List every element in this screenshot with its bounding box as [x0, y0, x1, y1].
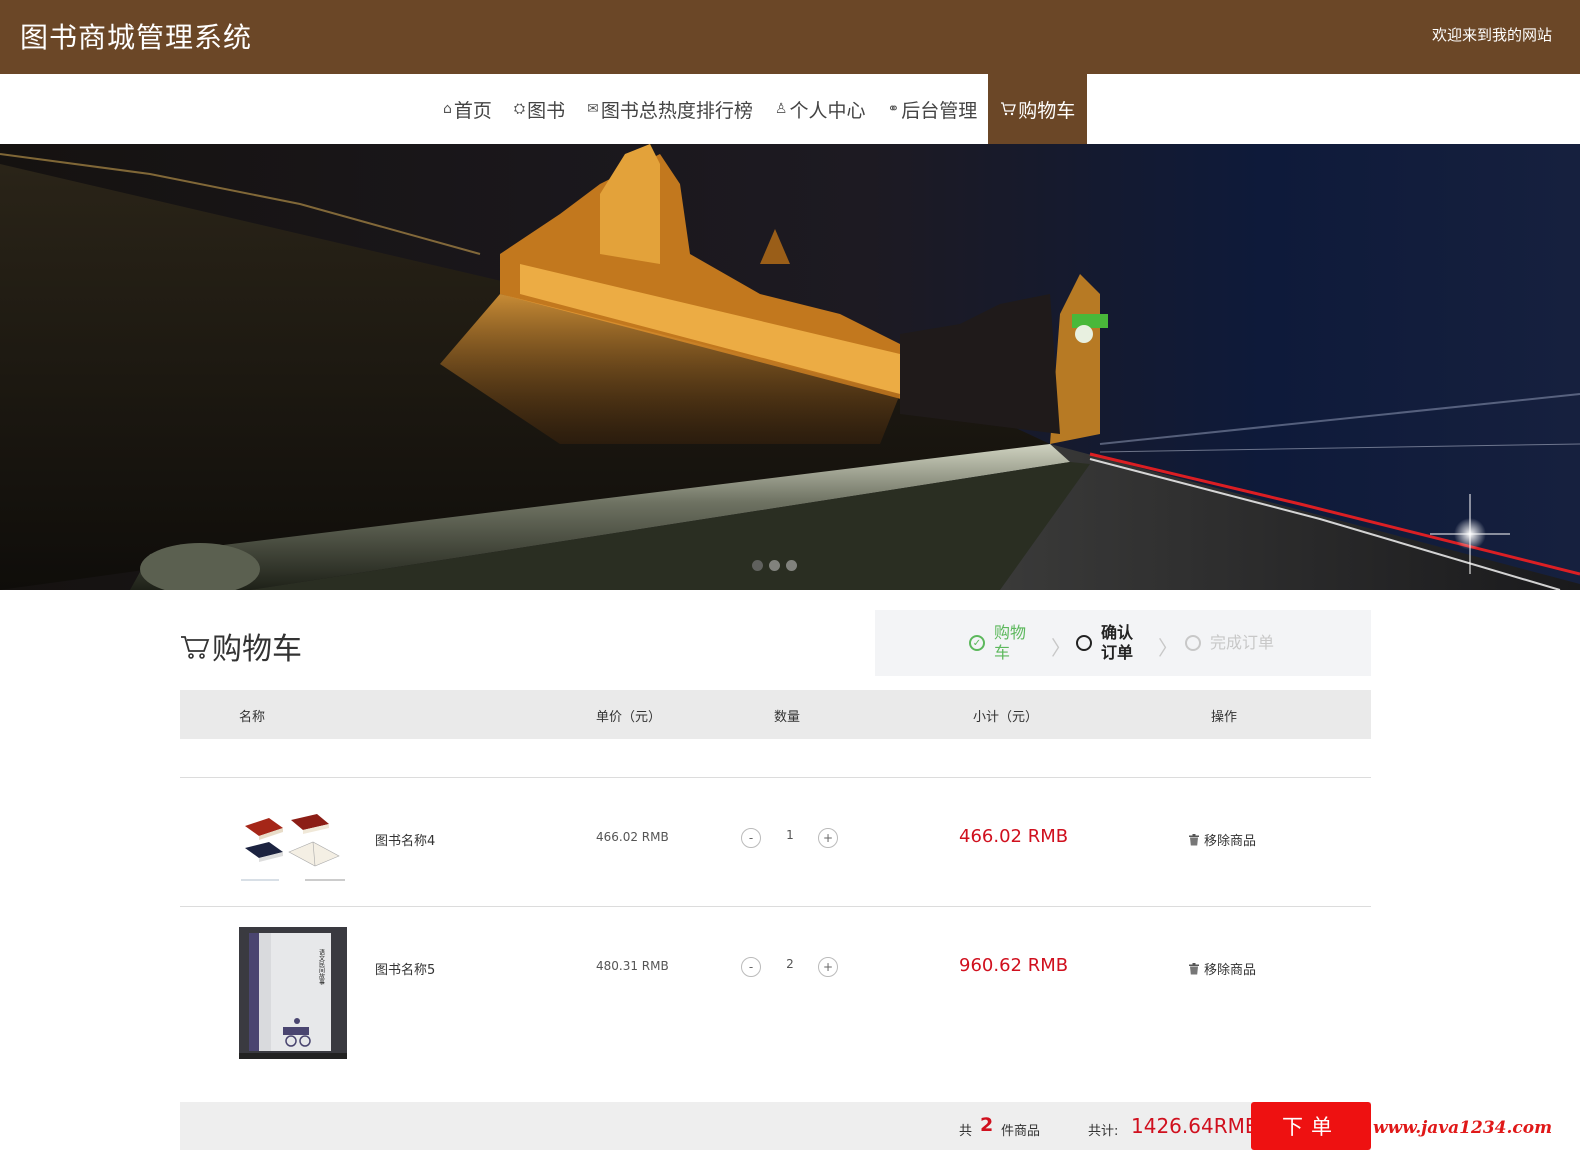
banner-image	[0, 144, 1580, 590]
table-row: 图书名称4 466.02 RMB - 1 + 466.02 RMB 移除商品	[180, 778, 1371, 906]
book-cover-image: 语文民间故事	[239, 927, 347, 1059]
nav-item-home[interactable]: ⌂ 首页	[432, 74, 503, 144]
nav-item-profile[interactable]: ♙ 个人中心	[764, 74, 877, 144]
link-icon: ⚭	[887, 101, 900, 117]
row-subtotal: 960.62 RMB	[959, 955, 1069, 976]
carousel-dot[interactable]	[786, 560, 797, 571]
step-complete: 完成订单	[1185, 610, 1290, 676]
table-row: 语文民间故事 图书名称5 480.31 RMB - 2 + 960.62 RMB…	[180, 907, 1371, 1067]
col-subtotal: 小计（元）	[973, 710, 1039, 725]
carousel-dots	[752, 560, 797, 571]
check-icon: ✓	[969, 635, 985, 651]
col-quantity: 数量	[774, 710, 801, 725]
unit-price: 466.02 RMB	[596, 830, 669, 844]
count-prefix: 共	[959, 1124, 973, 1139]
cart-title-text: 购物车	[212, 632, 302, 667]
chevron-right-icon: 〉	[1158, 636, 1178, 660]
circle-icon	[1185, 635, 1201, 651]
item-count: 2	[980, 1114, 994, 1136]
step-confirm: 确认订单	[1076, 610, 1137, 676]
carousel-dot[interactable]	[769, 560, 780, 571]
quantity-value[interactable]: 1	[780, 828, 800, 842]
col-unit-price: 单价（元）	[596, 710, 662, 725]
cart-icon	[181, 636, 210, 659]
col-action: 操作	[1211, 710, 1238, 725]
nav-item-label: 个人中心	[789, 99, 866, 122]
cart-heading: 购物车	[180, 624, 302, 668]
nav-item-ranking[interactable]: ✉ 图书总热度排行榜	[576, 74, 764, 144]
book-cover-image	[239, 808, 347, 884]
decrease-button[interactable]: -	[741, 957, 761, 977]
remove-item-label: 移除商品	[1204, 834, 1257, 849]
nav-list: ⌂ 首页 ⛭ 图书 ✉ 图书总热度排行榜 ♙ 个人中心 ⚭ 后台管理 购物车	[432, 74, 1088, 144]
carousel-dot[interactable]	[752, 560, 763, 571]
top-header: 图书商城管理系统 欢迎来到我的网站	[0, 0, 1580, 74]
order-steps: ✓ 购物车 〉 确认订单 〉 完成订单	[875, 610, 1371, 676]
row-subtotal: 466.02 RMB	[959, 826, 1069, 847]
step-label: 完成订单	[1210, 633, 1275, 652]
book-name[interactable]: 图书名称5	[375, 959, 435, 978]
unit-price: 480.31 RMB	[596, 959, 669, 973]
nav-item-label: 首页	[453, 99, 492, 122]
nav-item-label: 购物车	[1018, 99, 1076, 122]
main-nav: ⌂ 首页 ⛭ 图书 ✉ 图书总热度排行榜 ♙ 个人中心 ⚭ 后台管理 购物车	[0, 74, 1580, 144]
step-label: 确认订单	[1101, 623, 1134, 662]
remove-item-button[interactable]: 移除商品	[1188, 830, 1256, 849]
nav-item-label: 后台管理	[901, 99, 978, 122]
home-icon: ⌂	[443, 101, 452, 117]
watermark: www.java1234.com	[1373, 1118, 1553, 1138]
welcome-text: 欢迎来到我的网站	[1431, 26, 1552, 44]
step-label: 购物车	[994, 623, 1027, 662]
book-icon: ⛭	[513, 101, 526, 117]
book-cover-title: 语文民间故事	[318, 948, 325, 986]
nav-item-cart[interactable]: 购物车	[988, 74, 1088, 144]
user-icon: ♙	[774, 101, 788, 117]
trash-icon	[1189, 962, 1199, 974]
cart-icon	[1001, 102, 1017, 116]
cart-summary-bar: 共 2 件商品 共计: 1426.64RMB 下单	[180, 1102, 1371, 1150]
place-order-button[interactable]: 下单	[1251, 1102, 1371, 1150]
col-name: 名称	[239, 710, 266, 725]
count-suffix: 件商品	[1001, 1124, 1041, 1139]
book-name[interactable]: 图书名称4	[375, 830, 435, 849]
hero-banner	[0, 144, 1580, 590]
quantity-value[interactable]: 2	[780, 957, 800, 971]
circle-icon	[1076, 635, 1092, 651]
site-title: 图书商城管理系统	[20, 21, 253, 54]
decrease-button[interactable]: -	[741, 828, 761, 848]
remove-item-button[interactable]: 移除商品	[1188, 959, 1256, 978]
cart-table-header: 名称 单价（元） 数量 小计（元） 操作	[180, 690, 1371, 739]
mail-icon: ✉	[587, 101, 599, 117]
trash-icon	[1189, 833, 1199, 845]
total-amount: 1426.64RMB	[1131, 1114, 1259, 1138]
total-label: 共计:	[1088, 1124, 1119, 1139]
nav-item-admin[interactable]: ⚭ 后台管理	[876, 74, 988, 144]
step-cart: ✓ 购物车	[969, 610, 1030, 676]
chevron-right-icon: 〉	[1051, 636, 1071, 660]
nav-item-label: 图书总热度排行榜	[600, 99, 753, 122]
remove-item-label: 移除商品	[1204, 963, 1257, 978]
increase-button[interactable]: +	[818, 828, 838, 848]
nav-item-label: 图书	[527, 99, 566, 122]
nav-item-books[interactable]: ⛭ 图书	[503, 74, 576, 144]
increase-button[interactable]: +	[818, 957, 838, 977]
